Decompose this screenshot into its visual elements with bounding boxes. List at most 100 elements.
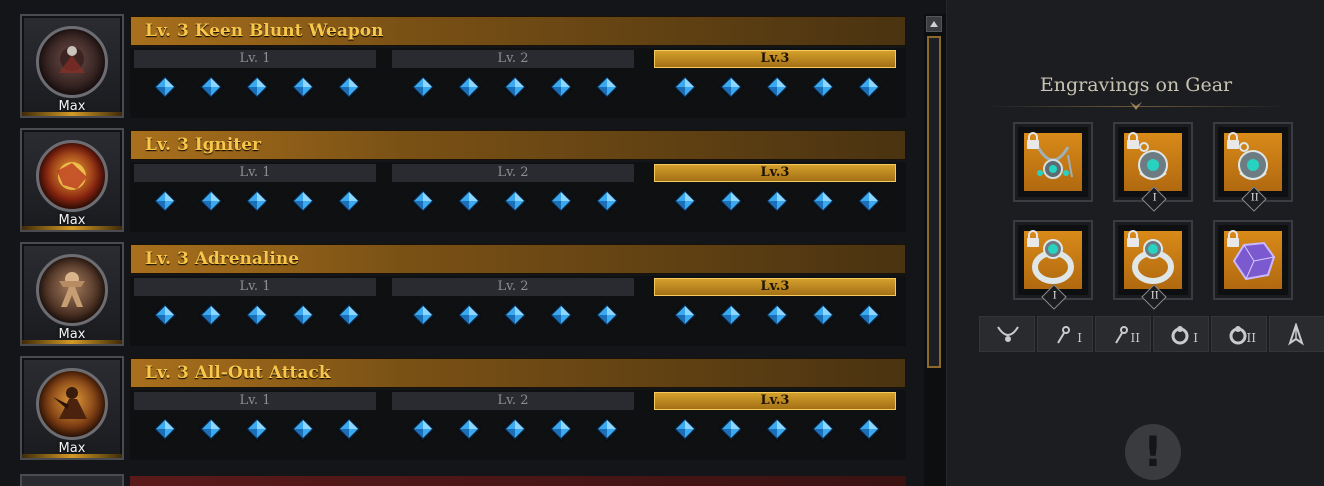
gear-slot-earring-2[interactable]: II (1213, 122, 1293, 212)
blue-gem-icon (718, 302, 744, 328)
blue-gem-icon (548, 74, 574, 100)
blue-gem-icon (336, 74, 362, 100)
level-2-label: Lv. 2 (392, 392, 634, 410)
igniter-icon (36, 140, 108, 212)
engraving-title: Lv. 3 Igniter (145, 135, 261, 155)
blue-gem-icon (718, 74, 744, 100)
blue-gem-icon (672, 74, 698, 100)
blue-gem-icon (410, 188, 436, 214)
level-3-label-active: Lv.3 (654, 50, 896, 68)
blue-gem-icon (244, 416, 270, 442)
portrait-rim (22, 454, 122, 458)
slot-numeral: I (1152, 192, 1157, 204)
blue-gem-icon (290, 74, 316, 100)
gem-group (660, 416, 892, 446)
blue-gem-icon (718, 416, 744, 442)
blue-gem-icon (290, 416, 316, 442)
level-3-column: Lv.3 (650, 48, 900, 118)
blue-gem-icon (548, 416, 574, 442)
gear-slot-earring-1[interactable]: I (1113, 122, 1193, 212)
blue-gem-icon (410, 302, 436, 328)
engraving-title-bar: Lv. 3 Igniter (130, 130, 906, 160)
gem-group (398, 74, 630, 104)
scroll-up-arrow-icon[interactable] (926, 16, 942, 32)
level-1-label: Lv. 1 (134, 164, 376, 182)
blue-gem-icon (198, 188, 224, 214)
blue-gem-icon (502, 74, 528, 100)
keen-blunt-weapon-icon (36, 26, 108, 98)
blue-gem-icon (290, 188, 316, 214)
engraving-title-bar-partial (130, 476, 906, 486)
all-out-attack-icon (36, 368, 108, 440)
blue-gem-icon (502, 188, 528, 214)
gear-slot-necklace[interactable] (1013, 122, 1093, 202)
engraving-title-bar: Lv. 3 Keen Blunt Weapon (130, 16, 906, 46)
ring-icon (1171, 326, 1189, 345)
engraving-title-bar: Lv. 3 All-Out Attack (130, 358, 906, 388)
blue-gem-icon (810, 188, 836, 214)
lock-icon (1127, 132, 1139, 149)
necklace-icon (997, 326, 1019, 342)
engraving-portrait: Max (20, 128, 124, 232)
divider-ornament-icon (1130, 102, 1142, 110)
engraving-title: Lv. 3 Keen Blunt Weapon (145, 21, 384, 41)
blue-gem-icon (548, 188, 574, 214)
gear-slot-ability-stone[interactable] (1213, 220, 1293, 300)
tab-ring-2[interactable]: II (1211, 316, 1267, 352)
engraving-row[interactable]: Max Lv. 3 Adrenaline Lv. 1 Lv. 2 Lv.3 (20, 242, 906, 346)
blue-gem-icon (856, 416, 882, 442)
engraving-levels: Lv. 1 Lv. 2 Lv.3 (130, 48, 906, 118)
gear-slot-ring-2[interactable]: II (1113, 220, 1193, 310)
level-3-label-active: Lv.3 (654, 164, 896, 182)
level-3-column: Lv.3 (650, 162, 900, 232)
blue-gem-icon (290, 302, 316, 328)
blue-gem-icon (856, 188, 882, 214)
engraving-row[interactable]: Max Lv. 3 All-Out Attack Lv. 1 Lv. 2 Lv.… (20, 356, 906, 460)
blue-gem-icon (856, 302, 882, 328)
lock-icon (1027, 132, 1039, 149)
tab-necklace[interactable] (979, 316, 1035, 352)
tab-ability-stone[interactable] (1269, 316, 1324, 352)
engraving-row[interactable]: Max Lv. 3 Keen Blunt Weapon Lv. 1 Lv. 2 … (20, 14, 906, 118)
level-1-column: Lv. 1 (130, 162, 380, 232)
alert-icon[interactable]: ! (1125, 424, 1181, 480)
lock-icon (1227, 132, 1239, 149)
engraving-portrait: Max (20, 356, 124, 460)
tab-earring-2[interactable]: II (1095, 316, 1151, 352)
level-1-column: Lv. 1 (130, 390, 380, 460)
blue-gem-icon (152, 416, 178, 442)
blue-gem-icon (152, 188, 178, 214)
level-1-label: Lv. 1 (134, 278, 376, 296)
blue-gem-icon (764, 416, 790, 442)
tab-earring-1[interactable]: I (1037, 316, 1093, 352)
blue-gem-icon (456, 74, 482, 100)
engraving-portrait: Max (20, 14, 124, 118)
level-2-column: Lv. 2 (388, 390, 638, 460)
tab-numeral: II (1130, 331, 1140, 345)
blue-gem-icon (856, 74, 882, 100)
tab-ring-1[interactable]: I (1153, 316, 1209, 352)
blue-gem-icon (244, 74, 270, 100)
lock-icon (1127, 230, 1139, 247)
gem-group (398, 188, 630, 218)
level-3-column: Lv.3 (650, 276, 900, 346)
blue-gem-icon (336, 302, 362, 328)
adrenaline-icon (36, 254, 108, 326)
engraving-row[interactable]: Max Lv. 3 Igniter Lv. 1 Lv. 2 Lv.3 (20, 128, 906, 232)
level-1-column: Lv. 1 (130, 276, 380, 346)
blue-gem-icon (336, 188, 362, 214)
earring-icon (1057, 326, 1070, 344)
portrait-rim (22, 226, 122, 230)
scroll-thumb[interactable] (927, 36, 941, 368)
engraving-levels: Lv. 1 Lv. 2 Lv.3 (130, 162, 906, 232)
blue-gem-icon (456, 188, 482, 214)
gear-slot-ring-1[interactable]: I (1013, 220, 1093, 310)
engraving-levels: Lv. 1 Lv. 2 Lv.3 (130, 276, 906, 346)
gem-group (398, 416, 630, 446)
blue-gem-icon (198, 302, 224, 328)
engraving-title: Lv. 3 Adrenaline (145, 249, 300, 269)
level-2-label: Lv. 2 (392, 164, 634, 182)
blue-gem-icon (410, 74, 436, 100)
engraving-portrait-partial (20, 474, 124, 486)
scrollbar[interactable] (924, 14, 946, 486)
